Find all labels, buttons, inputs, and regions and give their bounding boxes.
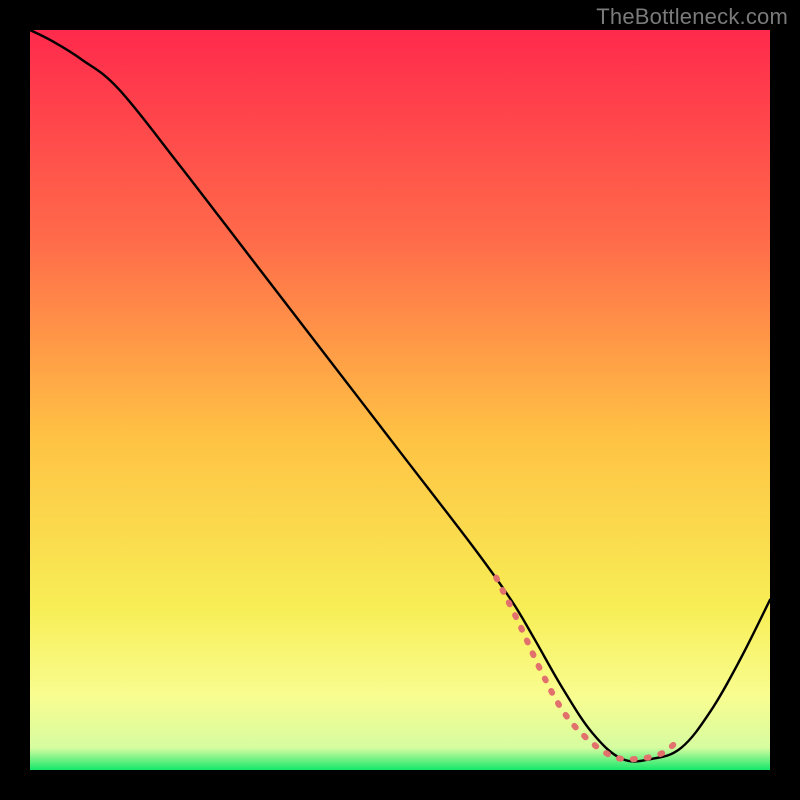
attribution-text: TheBottleneck.com [596,4,788,30]
chart-svg [30,30,770,770]
plot-area [30,30,770,770]
chart-container: TheBottleneck.com [0,0,800,800]
gradient-background [30,30,770,770]
